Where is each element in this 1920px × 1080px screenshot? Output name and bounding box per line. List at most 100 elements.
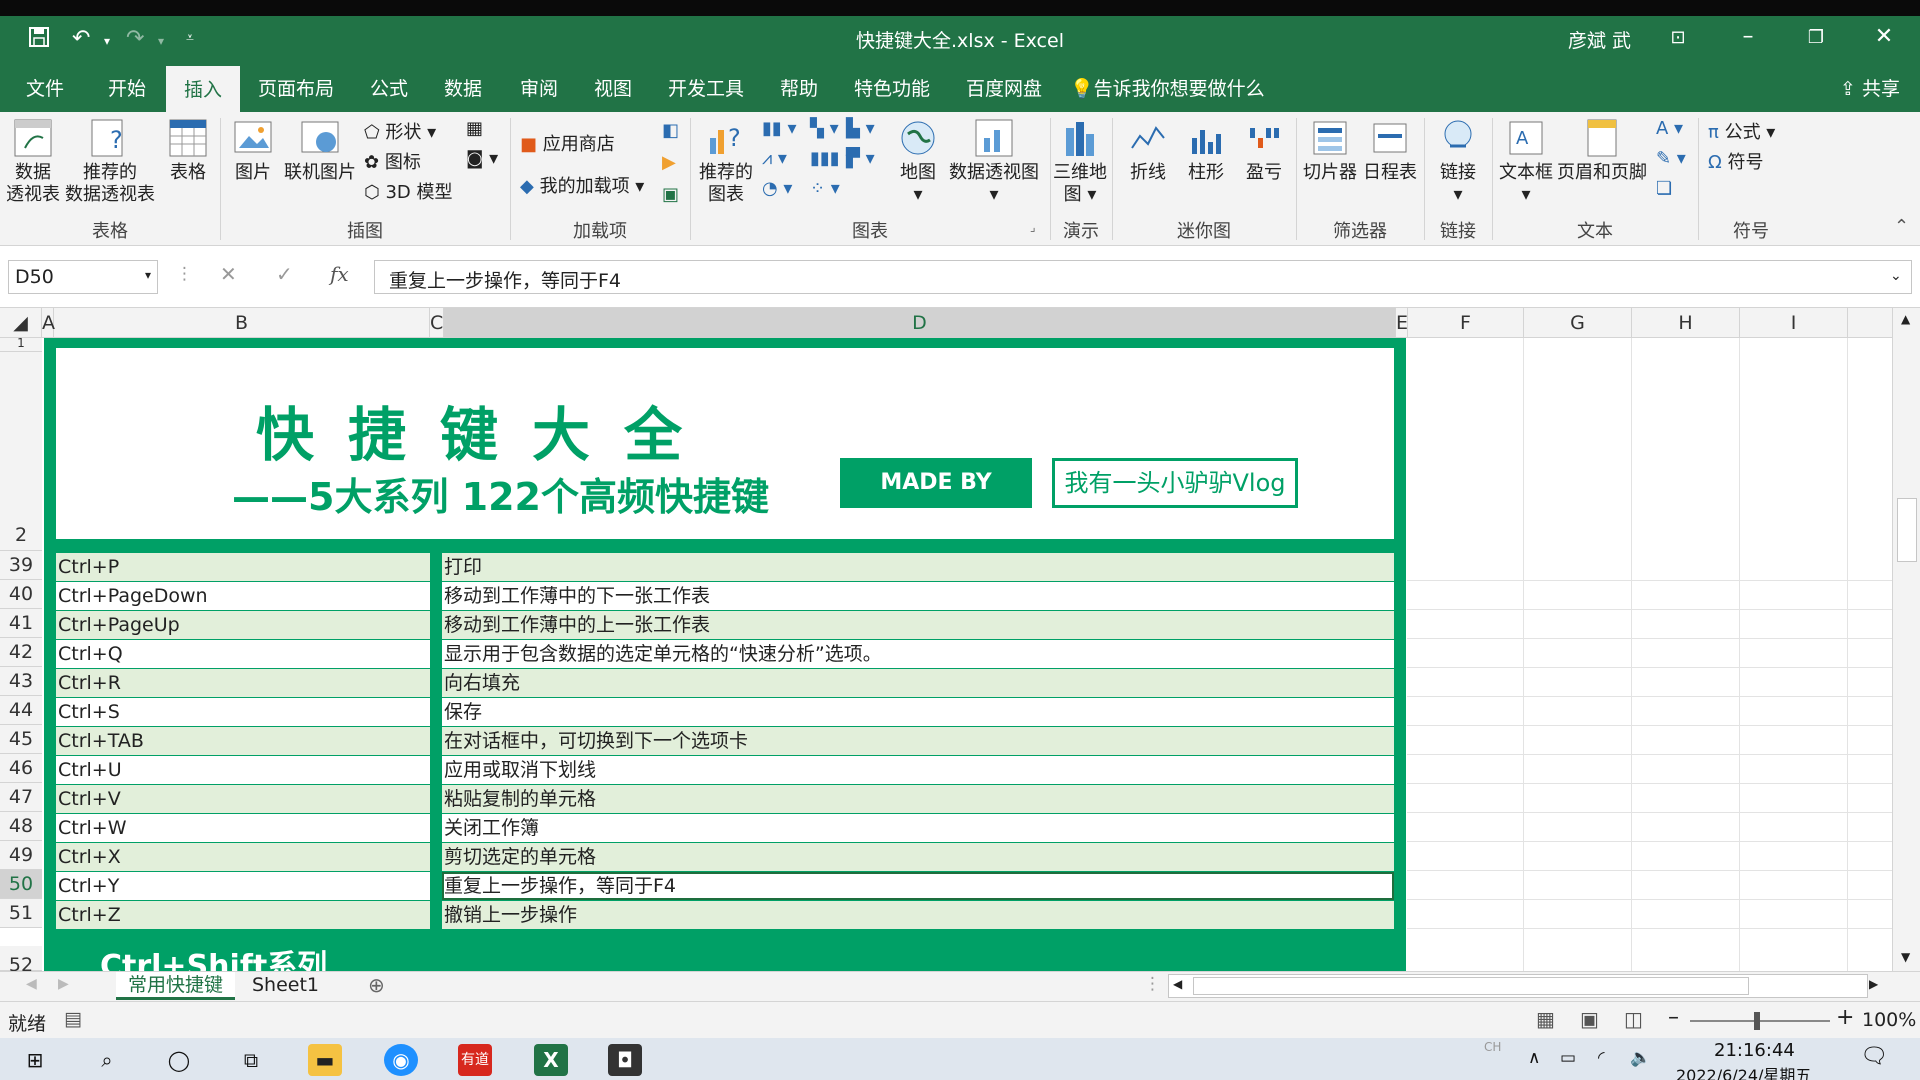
sheet-tab-common-shortcuts[interactable]: 常用快捷键: [116, 972, 236, 1000]
user-name[interactable]: 彦斌 武: [1568, 26, 1631, 53]
smartart-icon[interactable]: ▦: [466, 118, 483, 139]
shortcut-key-cell[interactable]: Ctrl+Y: [56, 872, 430, 900]
tab-baidu-netdisk[interactable]: 百度网盘: [966, 74, 1042, 101]
row-header[interactable]: 49: [0, 841, 42, 870]
scroll-up-icon[interactable]: ▲: [1901, 312, 1910, 326]
zoom-slider-thumb[interactable]: [1754, 1012, 1760, 1030]
formula-input[interactable]: 重复上一步操作，等同于F4: [374, 260, 1912, 294]
zoom-out-icon[interactable]: –: [1668, 1005, 1679, 1030]
tab-help[interactable]: 帮助: [780, 74, 818, 101]
my-addins-button[interactable]: ◆ 我的加载项 ▾: [520, 172, 644, 198]
tab-developer[interactable]: 开发工具: [668, 74, 744, 101]
row-header[interactable]: 48: [0, 812, 42, 841]
tab-page-layout[interactable]: 页面布局: [258, 74, 334, 101]
close-icon[interactable]: ✕: [1864, 24, 1904, 49]
column-header-E[interactable]: E: [1396, 308, 1408, 338]
tab-review[interactable]: 审阅: [520, 74, 558, 101]
shortcut-key-cell[interactable]: Ctrl+Z: [56, 901, 430, 929]
row-header[interactable]: 50: [0, 870, 42, 899]
row-header-1[interactable]: 1: [0, 338, 42, 352]
row-header[interactable]: 42: [0, 638, 42, 667]
picture-button[interactable]: 图片: [228, 118, 278, 184]
column-chart-icon[interactable]: ▮▮ ▾: [762, 118, 797, 139]
windows-start-icon[interactable]: ⊞: [18, 1044, 52, 1076]
tab-insert[interactable]: 插入: [166, 66, 241, 112]
tell-me-search[interactable]: 💡告诉我你想要做什么: [1070, 74, 1265, 101]
browser-icon[interactable]: ◉: [384, 1044, 418, 1076]
3d-map-button[interactable]: 三维地图 ▾: [1052, 118, 1108, 206]
slicer-button[interactable]: 切片器: [1302, 118, 1358, 184]
shortcut-key-cell[interactable]: Ctrl+R: [56, 669, 430, 697]
row-header[interactable]: 40: [0, 580, 42, 609]
column-header-A[interactable]: A: [42, 308, 55, 338]
tab-view[interactable]: 视图: [594, 74, 632, 101]
pivot-table-button[interactable]: 数据 透视表: [6, 118, 60, 206]
column-header-H[interactable]: H: [1632, 308, 1740, 338]
recorder-icon[interactable]: ◘: [608, 1044, 642, 1076]
worksheet-grid[interactable]: 1 2 快捷键大全 ——5大系列 122个高频快捷键 MADE BY 我有一头小…: [0, 338, 1920, 971]
normal-view-icon[interactable]: ▦: [1536, 1007, 1555, 1031]
line-chart-icon[interactable]: ⩘ ▾: [762, 148, 787, 169]
icons-button[interactable]: ✿ 图标: [364, 148, 421, 174]
bing-maps-icon[interactable]: ▶: [662, 152, 676, 173]
shortcut-description-cell[interactable]: 向右填充: [442, 669, 1394, 697]
confirm-entry-icon[interactable]: ✓: [276, 262, 293, 286]
hierarchy-chart-icon[interactable]: ▚ ▾: [810, 118, 839, 139]
column-header-C[interactable]: C: [430, 308, 444, 338]
macro-record-icon[interactable]: ▤: [64, 1008, 82, 1030]
shortcut-key-cell[interactable]: Ctrl+S: [56, 698, 430, 726]
tab-data[interactable]: 数据: [444, 74, 482, 101]
shortcut-description-cell[interactable]: 打印: [442, 553, 1394, 581]
page-layout-view-icon[interactable]: ▣: [1580, 1007, 1599, 1031]
search-icon[interactable]: ⌕: [90, 1044, 124, 1076]
row-header[interactable]: 41: [0, 609, 42, 638]
tray-expand-icon[interactable]: ∧: [1528, 1048, 1540, 1068]
more-options-icon[interactable]: ⋮: [176, 264, 193, 284]
tab-special-features[interactable]: 特色功能: [854, 74, 930, 101]
table-button[interactable]: 表格: [164, 118, 212, 184]
shortcut-description-cell[interactable]: 移动到工作薄中的上一张工作表: [442, 611, 1394, 639]
column-header-G[interactable]: G: [1524, 308, 1632, 338]
next-sheet-icon[interactable]: ▶: [58, 976, 69, 992]
cortana-icon[interactable]: ◯: [162, 1044, 196, 1076]
shortcut-description-cell[interactable]: 粘贴复制的单元格: [442, 785, 1394, 813]
name-box[interactable]: D50 ▾: [8, 260, 158, 294]
file-explorer-icon[interactable]: ▬: [308, 1044, 342, 1076]
add-sheet-icon[interactable]: ⊕: [368, 973, 385, 997]
charts-dialog-launcher-icon[interactable]: ⌟: [1030, 220, 1036, 234]
ime-indicator[interactable]: CH: [1484, 1040, 1501, 1054]
shortcut-description-cell[interactable]: 关闭工作簿: [442, 814, 1394, 842]
row-header[interactable]: 45: [0, 725, 42, 754]
link-button[interactable]: 链接 ▾: [1432, 118, 1484, 206]
wordart-icon[interactable]: A ▾: [1656, 118, 1683, 139]
column-header-I[interactable]: I: [1740, 308, 1848, 338]
column-header-D[interactable]: D: [444, 308, 1396, 338]
equation-button[interactable]: π 公式 ▾: [1708, 118, 1775, 144]
online-picture-button[interactable]: 联机图片: [282, 118, 358, 184]
row-header[interactable]: 43: [0, 667, 42, 696]
share-button[interactable]: ⇪ 共享: [1840, 74, 1900, 101]
horizontal-scroll-thumb[interactable]: [1193, 977, 1749, 995]
scroll-down-icon[interactable]: ▼: [1901, 950, 1910, 964]
shortcut-key-cell[interactable]: Ctrl+X: [56, 843, 430, 871]
sparkline-line-button[interactable]: 折线: [1124, 118, 1172, 184]
pivot-chart-button[interactable]: 数据透视图 ▾: [948, 118, 1040, 206]
shortcut-description-cell[interactable]: 撤销上一步操作: [442, 901, 1394, 929]
zoom-in-icon[interactable]: +: [1836, 1005, 1854, 1030]
page-break-view-icon[interactable]: ◫: [1624, 1007, 1643, 1031]
column-header-B[interactable]: B: [54, 308, 430, 338]
shortcut-key-cell[interactable]: Ctrl+V: [56, 785, 430, 813]
combo-chart-icon[interactable]: ▛ ▾: [846, 148, 875, 169]
row-header[interactable]: 51: [0, 899, 42, 928]
collapse-ribbon-icon[interactable]: ⌃: [1894, 216, 1909, 237]
tab-file[interactable]: 文件: [26, 74, 64, 101]
youdao-icon[interactable]: 有道: [458, 1044, 492, 1076]
clock-date[interactable]: 2022/6/24/星期五: [1676, 1062, 1811, 1080]
waterfall-chart-icon[interactable]: ▙ ▾: [846, 118, 875, 139]
shortcut-key-cell[interactable]: Ctrl+U: [56, 756, 430, 784]
row-header-52[interactable]: 52: [0, 946, 42, 971]
task-view-icon[interactable]: ⧉: [234, 1044, 268, 1076]
tab-formulas[interactable]: 公式: [370, 74, 408, 101]
row-header[interactable]: 47: [0, 783, 42, 812]
excel-taskbar-icon[interactable]: X: [534, 1044, 568, 1076]
